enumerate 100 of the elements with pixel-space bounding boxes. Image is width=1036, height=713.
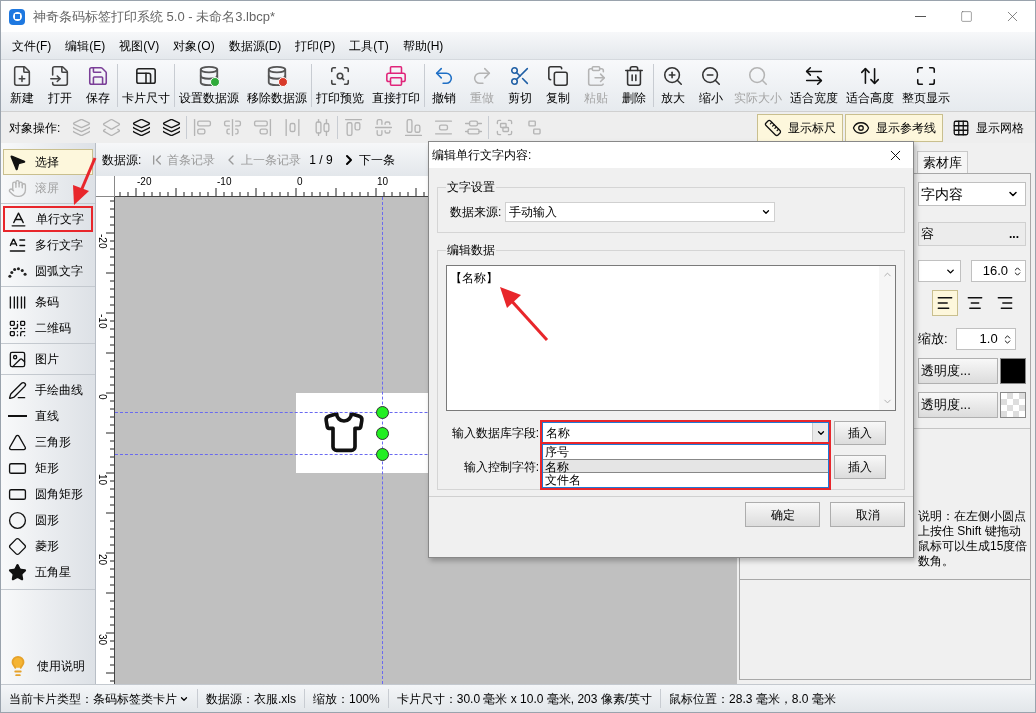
zoom-out-icon xyxy=(700,64,722,87)
toolbar-button[interactable]: 打开 xyxy=(41,61,79,110)
toolbar-button[interactable]: 直接打印 xyxy=(368,61,424,110)
status-mouse-position: 鼠标位置：28.3 毫米，8.0 毫米 xyxy=(668,690,837,708)
menu-item[interactable]: 对象(O) xyxy=(166,34,222,57)
align-left-icon xyxy=(936,294,954,312)
field-label: 输入数据库字段: xyxy=(450,425,539,442)
ruler-label: 30 xyxy=(97,634,107,646)
tool-button[interactable]: 菱形 xyxy=(3,533,93,559)
toolbar-button[interactable]: 新建 xyxy=(3,61,41,110)
toolbar-button[interactable]: 适合高度 xyxy=(842,61,898,110)
menu-item[interactable]: 数据源(D) xyxy=(221,34,289,57)
triangle-icon xyxy=(8,432,27,452)
space-vertical-icon xyxy=(433,118,453,137)
zoom-in-icon xyxy=(662,64,684,87)
menu-item[interactable]: 文件(F) xyxy=(5,34,59,57)
toolbar-button[interactable]: 剪切 xyxy=(501,61,539,110)
insert-button[interactable]: 插入 xyxy=(834,421,886,445)
record-position: 1 / 9 xyxy=(309,151,333,169)
scale-spinner[interactable]: 1.0 xyxy=(955,328,1016,350)
status-card-size: 卡片尺寸：30.0 毫米 x 10.0 毫米, 203 像素/英寸 xyxy=(395,690,654,708)
scrollbar[interactable] xyxy=(879,266,895,410)
tool-button[interactable]: 圆弧文字 xyxy=(3,258,93,284)
tool-button[interactable]: 直线 xyxy=(3,403,93,429)
tool-button[interactable]: 条码 xyxy=(3,289,93,315)
trash-icon xyxy=(623,64,645,87)
toolbar-button[interactable]: 整页显示 xyxy=(898,61,954,110)
app-logo-icon xyxy=(9,8,25,25)
status-data-source: 数据源：衣服.xls xyxy=(205,690,297,708)
scale-label: 缩放: xyxy=(918,330,948,349)
color-swatch[interactable] xyxy=(1000,358,1026,384)
toolbar-button[interactable]: 缩小 xyxy=(692,61,730,110)
tool-button[interactable]: 多行文字 xyxy=(3,232,93,258)
tool-button[interactable]: 二维码 xyxy=(3,315,93,341)
dropdown-option[interactable]: 文件名 xyxy=(543,473,828,487)
toolbar-button[interactable]: 撤销 xyxy=(425,61,463,110)
tool-button[interactable]: 矩形 xyxy=(3,455,93,481)
record-nav-label: 数据源: xyxy=(102,151,142,169)
toolbar-button[interactable]: 设置数据源 xyxy=(175,61,243,110)
toolbar-button[interactable]: 卡片尺寸 xyxy=(118,61,174,110)
card-type-dropdown[interactable]: 当前卡片类型：条码标签类卡片 xyxy=(1,689,197,708)
toolbar-button[interactable]: 打印预览 xyxy=(312,61,368,110)
status-zoom: 缩放：100% xyxy=(312,690,381,708)
tool-button[interactable]: 手绘曲线 xyxy=(3,377,93,403)
transparent-swatch[interactable] xyxy=(1000,392,1026,418)
view-toggle-button[interactable]: 显示参考线 xyxy=(845,113,943,142)
help-text: 说明：在左侧小圆点上按住 Shift 键拖动鼠标可以生成15度倍数角。 xyxy=(918,509,1029,569)
dropdown-option[interactable]: 序号 xyxy=(543,445,828,459)
tool-button[interactable]: 三角形 xyxy=(3,429,93,455)
font-select[interactable] xyxy=(918,260,962,282)
layers-icon xyxy=(161,118,181,137)
toolbar-button[interactable]: 适合宽度 xyxy=(786,61,842,110)
tool-button[interactable]: 图片 xyxy=(3,346,93,372)
content-field[interactable]: 容 ... xyxy=(918,222,1026,246)
ok-button[interactable]: 确定 xyxy=(745,502,820,527)
content-text-area[interactable]: 【名称】 xyxy=(446,265,896,411)
menu-item[interactable]: 帮助(H) xyxy=(395,34,451,57)
toolbar-button[interactable]: 放大 xyxy=(654,61,692,110)
transparency-button[interactable]: 透明度... xyxy=(918,358,998,384)
source-select[interactable]: 手动输入 xyxy=(505,202,776,222)
tool-button[interactable]: 选择 xyxy=(3,149,93,175)
tool-button[interactable]: 圆形 xyxy=(3,507,93,533)
tool-button[interactable]: 圆角矩形 xyxy=(3,481,93,507)
ruler-label: 10 xyxy=(377,176,389,188)
insert-button[interactable]: 插入 xyxy=(834,455,886,479)
ruler-icon xyxy=(764,118,782,137)
view-toggle-button[interactable]: 显示网格 xyxy=(945,113,1031,142)
caret-icon xyxy=(761,207,772,217)
ruler-label: -10 xyxy=(217,176,232,188)
align-button[interactable] xyxy=(932,290,958,316)
cancel-button[interactable]: 取消 xyxy=(830,502,905,527)
database-field-select[interactable]: 名称 xyxy=(542,422,829,444)
printer-icon xyxy=(385,64,407,87)
file-plus-icon xyxy=(11,64,33,87)
font-size-spinner[interactable]: 16.0 xyxy=(971,260,1026,282)
dropdown-option[interactable]: 名称 xyxy=(543,459,828,473)
menu-item[interactable]: 视图(V) xyxy=(112,34,167,57)
toolbar-button[interactable]: 复制 xyxy=(539,61,577,110)
star-icon xyxy=(8,562,27,582)
more-button[interactable]: ... xyxy=(1009,225,1019,243)
next-record-button[interactable]: 下一条 xyxy=(340,150,395,169)
layers-icon xyxy=(71,118,91,137)
menu-item[interactable]: 打印(P) xyxy=(288,34,343,57)
panel-tab[interactable]: 素材库 xyxy=(917,151,968,173)
toolbar-button[interactable]: 移除数据源 xyxy=(243,61,311,110)
group-icon xyxy=(494,118,514,137)
pointer-icon xyxy=(8,152,27,172)
menu-item[interactable]: 工具(T) xyxy=(342,34,396,57)
tool-button[interactable]: 单行文字 xyxy=(3,206,93,232)
view-toggle-button[interactable]: 显示标尺 xyxy=(757,113,843,142)
magnifier-icon xyxy=(747,64,769,87)
content-select[interactable]: 字内容 xyxy=(918,182,1026,206)
group-title: 编辑数据 xyxy=(446,242,496,259)
help-button[interactable]: 使用说明 xyxy=(1,652,95,680)
transparency-button[interactable]: 透明度... xyxy=(918,392,998,418)
tool-button[interactable]: 五角星 xyxy=(3,559,93,585)
toolbar-button[interactable]: 保存 xyxy=(79,61,117,110)
text-lines-icon xyxy=(8,235,27,255)
toolbar-button[interactable]: 删除 xyxy=(615,61,653,110)
menu-item[interactable]: 编辑(E) xyxy=(58,34,113,57)
